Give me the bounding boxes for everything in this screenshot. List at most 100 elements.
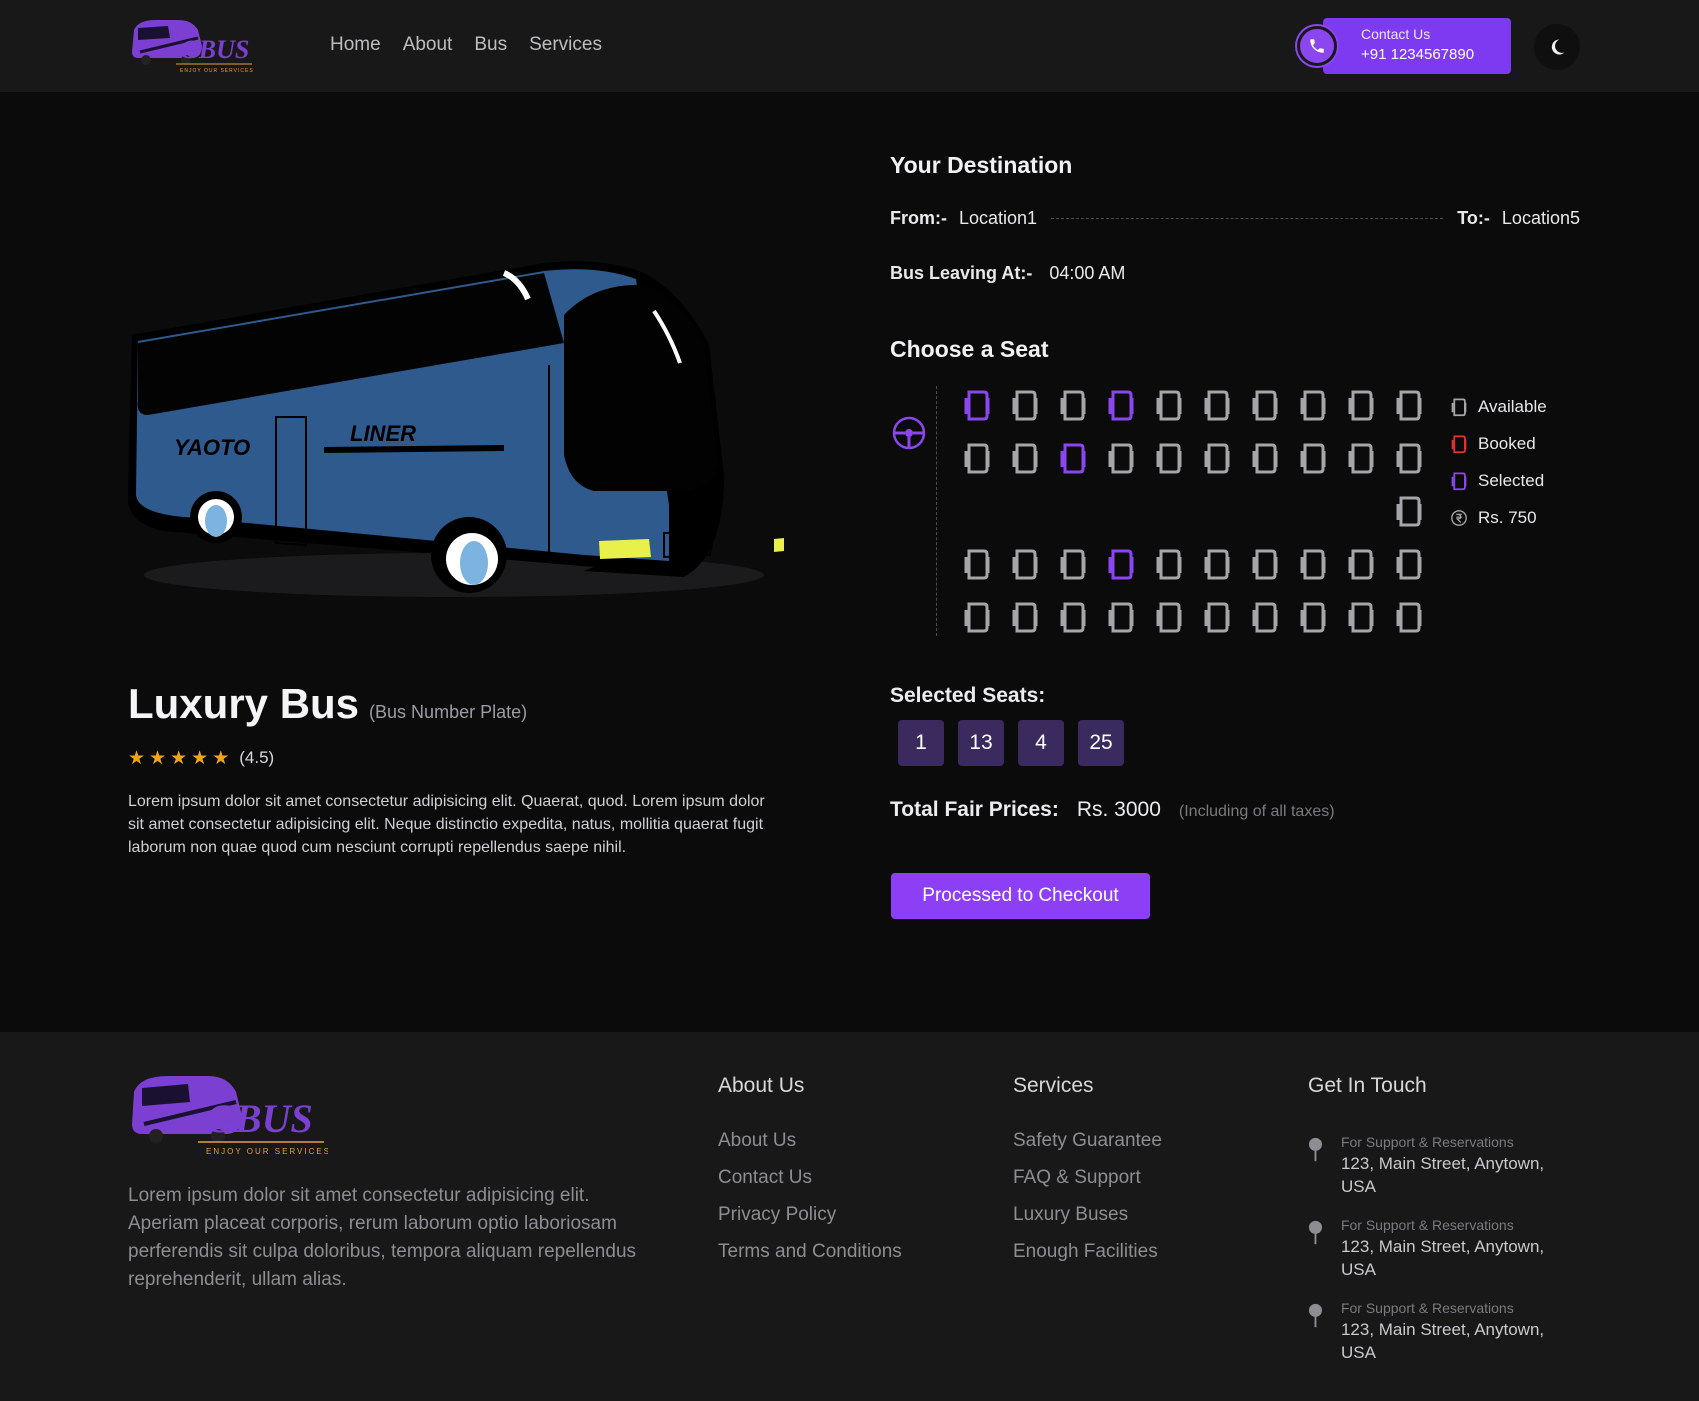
footer-link-facilities[interactable]: Enough Facilities: [1013, 1241, 1162, 1263]
seat-available[interactable]: [1154, 547, 1184, 581]
seat-available[interactable]: [1106, 441, 1136, 475]
seat-icon: [1252, 602, 1278, 633]
footer-services-heading: Services: [1013, 1074, 1094, 1097]
seat-available[interactable]: [1298, 388, 1328, 422]
seat-available[interactable]: [1394, 494, 1424, 528]
theme-toggle-button[interactable]: [1534, 24, 1580, 70]
rupee-icon: [1451, 509, 1467, 526]
seat-chip[interactable]: 4: [1018, 720, 1064, 766]
touch-item: For Support & Reservations 123, Main Str…: [1308, 1300, 1568, 1364]
footer-link-terms[interactable]: Terms and Conditions: [718, 1241, 902, 1263]
legend-available-label: Available: [1478, 396, 1547, 416]
seat-selected[interactable]: [1058, 441, 1088, 475]
seat-available[interactable]: [1394, 388, 1424, 422]
footer-about-heading: About Us: [718, 1074, 805, 1097]
nav-bus[interactable]: Bus: [474, 34, 507, 56]
footer-link-contact[interactable]: Contact Us: [718, 1167, 902, 1189]
seat-available[interactable]: [1202, 547, 1232, 581]
seat-available[interactable]: [1058, 388, 1088, 422]
seat-icon: [1204, 602, 1230, 633]
selected-seats-heading: Selected Seats:: [890, 684, 1046, 707]
footer-link-luxury[interactable]: Luxury Buses: [1013, 1204, 1162, 1226]
seat-available[interactable]: [1202, 388, 1232, 422]
star-icon: ★: [191, 747, 209, 769]
seat-available[interactable]: [1202, 441, 1232, 475]
seat-available[interactable]: [1010, 388, 1040, 422]
seat-selected[interactable]: [1106, 388, 1136, 422]
seat-available[interactable]: [1250, 388, 1280, 422]
seat-icon: [1108, 602, 1134, 633]
seat-available[interactable]: [1058, 547, 1088, 581]
total-note: (Including of all taxes): [1178, 803, 1335, 820]
contact-phone: +91 1234567890: [1361, 46, 1475, 63]
logo-text: GBUS: [180, 35, 249, 64]
seat-icon: [1156, 602, 1182, 633]
seat-available[interactable]: [1394, 600, 1424, 634]
footer-link-faq[interactable]: FAQ & Support: [1013, 1167, 1162, 1189]
seat-selected[interactable]: [962, 388, 992, 422]
seat-available[interactable]: [1250, 441, 1280, 475]
footer-link-privacy[interactable]: Privacy Policy: [718, 1204, 902, 1226]
seat-chip[interactable]: 25: [1078, 720, 1124, 766]
seat-available[interactable]: [1298, 600, 1328, 634]
nav-home[interactable]: Home: [330, 34, 381, 56]
seat-available[interactable]: [1250, 547, 1280, 581]
seat-available[interactable]: [1154, 388, 1184, 422]
to-label: To:-: [1457, 208, 1490, 228]
seat-available[interactable]: [1346, 600, 1376, 634]
seat-available[interactable]: [962, 547, 992, 581]
footer-logo-tagline: ENJOY OUR SERVICES: [206, 1147, 328, 1156]
footer-logo[interactable]: GBUS ENJOY OUR SERVICES: [128, 1070, 328, 1160]
seat-available[interactable]: [1106, 600, 1136, 634]
seat-available[interactable]: [1394, 547, 1424, 581]
seat-selected[interactable]: [1106, 547, 1136, 581]
seat-available[interactable]: [1250, 600, 1280, 634]
seat-icon: [1300, 549, 1326, 580]
seat-icon: [1252, 549, 1278, 580]
seat-booked-icon: [1451, 434, 1467, 453]
logo-tagline: ENJOY OUR SERVICES: [180, 68, 254, 74]
leaving-row: Bus Leaving At:- 04:00 AM: [890, 263, 1125, 284]
seat-chip[interactable]: 13: [958, 720, 1004, 766]
seat-icon: [1204, 443, 1230, 474]
seat-available[interactable]: [1010, 441, 1040, 475]
seat-available[interactable]: [1298, 441, 1328, 475]
seat-available[interactable]: [1298, 547, 1328, 581]
bus-plate: (Bus Number Plate): [369, 702, 528, 722]
seat-available[interactable]: [1202, 600, 1232, 634]
total-value: Rs. 3000: [1076, 798, 1161, 821]
checkout-button[interactable]: Processed to Checkout: [891, 873, 1150, 919]
nav-about[interactable]: About: [403, 34, 453, 56]
main-nav: Home About Bus Services: [330, 34, 602, 56]
gbus-logo[interactable]: GBUS ENJOY OUR SERVICES: [128, 16, 258, 76]
seat-available[interactable]: [962, 441, 992, 475]
seat-available[interactable]: [1346, 547, 1376, 581]
seat-available[interactable]: [1010, 600, 1040, 634]
footer-link-about[interactable]: About Us: [718, 1130, 902, 1152]
bus-illustration: YAOTO LINER: [127, 261, 784, 597]
seat-available[interactable]: [1154, 600, 1184, 634]
touch-address: 123, Main Street, Anytown, USA: [1340, 1320, 1545, 1362]
seat-available[interactable]: [1394, 441, 1424, 475]
seat-heading: Choose a Seat: [890, 336, 1049, 362]
seat-available[interactable]: [1058, 600, 1088, 634]
selected-seat-chips: 1 13 4 25: [898, 720, 1124, 766]
touch-item: For Support & Reservations 123, Main Str…: [1308, 1134, 1568, 1198]
seat-available[interactable]: [1010, 547, 1040, 581]
from-value: Location1: [959, 208, 1038, 228]
seat-available[interactable]: [962, 600, 992, 634]
seat-selected-icon: [1451, 471, 1467, 490]
seat-icon: [1012, 602, 1038, 633]
seat-icon: [1204, 549, 1230, 580]
seat-icon: [1396, 549, 1422, 580]
phone-icon: [1297, 26, 1337, 66]
map-pin-icon: [1308, 1220, 1323, 1245]
star-icon: ★: [128, 747, 146, 769]
nav-services[interactable]: Services: [529, 34, 602, 56]
seat-available[interactable]: [1346, 441, 1376, 475]
seat-available[interactable]: [1154, 441, 1184, 475]
contact-button[interactable]: Contact Us +91 1234567890: [1297, 18, 1511, 74]
seat-available[interactable]: [1346, 388, 1376, 422]
footer-link-safety[interactable]: Safety Guarantee: [1013, 1130, 1162, 1152]
seat-chip[interactable]: 1: [898, 720, 944, 766]
